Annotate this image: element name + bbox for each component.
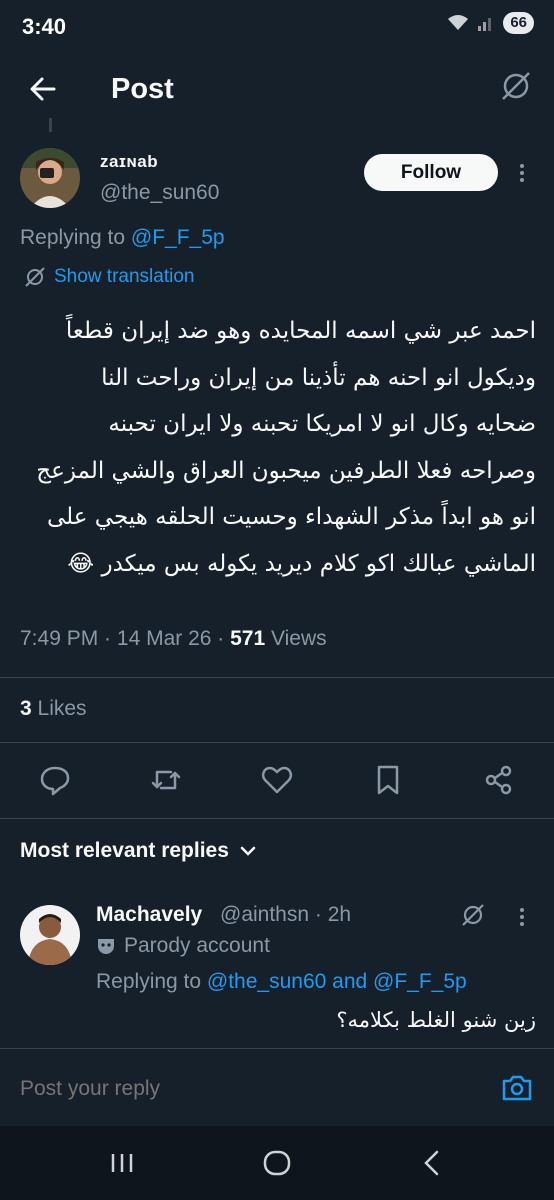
post-text-line: ضحايه وكال انو لا امريكا تحبنه ولا ايران… — [108, 411, 536, 437]
system-nav-bar — [0, 1126, 554, 1200]
divider — [0, 677, 554, 678]
likes-summary[interactable]: 3 Likes — [20, 697, 87, 721]
share-icon[interactable] — [482, 763, 516, 797]
reply-composer — [0, 1048, 554, 1126]
divider — [0, 742, 554, 743]
translate-icon — [25, 267, 45, 287]
more-options-icon[interactable] — [512, 161, 532, 185]
divider — [0, 818, 554, 819]
reply-icon[interactable] — [38, 763, 72, 797]
reply-replying-to: Replying to @the_sun60 and @F_F_5p — [96, 970, 467, 994]
replying-to-link[interactable]: @F_F_5p — [131, 226, 225, 249]
reply-text: زين شنو الغلط بكلامه؟ — [336, 1008, 536, 1032]
system-back-icon[interactable] — [415, 1146, 449, 1180]
status-time: 3:40 — [22, 14, 67, 39]
likes-label: Likes — [37, 697, 87, 720]
replying-prefix: Replying to — [20, 226, 126, 249]
reply-replying-prefix: Replying to — [96, 970, 202, 993]
show-translation-button[interactable]: Show translation — [24, 266, 194, 288]
views-count: 571 — [230, 627, 266, 650]
reply-author-avatar[interactable] — [20, 905, 80, 965]
reply-more-options-icon[interactable] — [512, 905, 532, 929]
post-action-bar — [0, 760, 554, 800]
author-name[interactable]: zaɪɴab — [100, 152, 158, 172]
views-label: Views — [271, 627, 327, 650]
top-app-bar: Post — [0, 52, 554, 126]
follow-button[interactable]: Follow — [364, 154, 498, 191]
chevron-down-icon — [240, 846, 256, 856]
reply-sort-dropdown[interactable]: Most relevant replies — [20, 839, 257, 863]
author-handle[interactable]: @the_sun60 — [100, 181, 219, 205]
likes-count: 3 — [20, 697, 32, 720]
battery-indicator: 66 — [503, 12, 534, 34]
post-text-line: وديكول انو احنه هم تأذينا من إيران وراحت… — [101, 364, 536, 391]
parody-text: Parody account — [124, 934, 270, 957]
post-meta: 7:49 PM · 14 Mar 26 · 571 Views — [20, 627, 327, 650]
reply-input[interactable] — [20, 1077, 420, 1101]
camera-icon[interactable] — [500, 1071, 534, 1105]
post-text: احمد عبر شي اسمه المحايده وهو ضد إيران ق… — [14, 308, 536, 587]
reply-replying-to-link[interactable]: @the_sun60 and @F_F_5p — [207, 970, 467, 993]
reply-author-name[interactable]: Machavely — [96, 903, 202, 927]
show-translation-label: Show translation — [54, 266, 195, 287]
signal-icon — [478, 18, 492, 31]
recent-apps-icon[interactable] — [105, 1146, 139, 1180]
bookmark-icon[interactable] — [371, 763, 405, 797]
post-time: 7:49 PM — [20, 627, 99, 650]
wifi-icon — [448, 15, 469, 30]
post-date: 14 Mar 26 — [116, 627, 212, 650]
like-icon[interactable] — [260, 763, 294, 797]
post-text-line: وصراحه فعلا الطرفين ميحبون العراق والشي … — [36, 457, 536, 484]
status-bar: 3:40 66 — [0, 0, 554, 52]
home-icon[interactable] — [260, 1146, 294, 1180]
grok-translate-icon[interactable] — [498, 68, 534, 104]
grok-translate-icon[interactable] — [460, 902, 486, 928]
parody-label: Parody account — [96, 934, 270, 958]
mask-icon — [98, 939, 114, 954]
author-avatar[interactable] — [20, 148, 80, 208]
back-arrow-icon[interactable] — [26, 72, 60, 106]
thread-line — [49, 118, 52, 132]
post-text-line: الماشي عبالك اكو كلام ديريد يكوله بس ميك… — [67, 550, 536, 577]
reply-sort-label: Most relevant replies — [20, 839, 229, 862]
post-text-line: انو هو ابداً مذكر الشهداء وحسيت الحلقه ه… — [46, 504, 536, 530]
repost-icon[interactable] — [149, 763, 183, 797]
reply-author-handle-time[interactable]: @ainthsn · 2h — [220, 903, 351, 927]
page-title: Post — [111, 73, 174, 105]
post-text-line: احمد عبر شي اسمه المحايده وهو ضد إيران ق… — [65, 318, 536, 344]
replying-to: Replying to @F_F_5p — [20, 226, 225, 250]
status-icons: 66 — [447, 12, 534, 34]
